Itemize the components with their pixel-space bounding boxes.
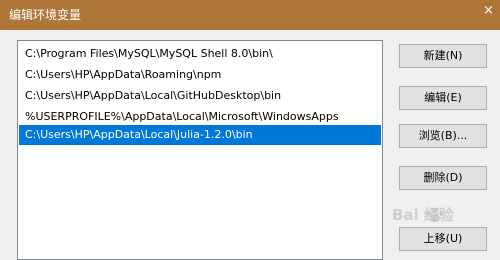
path-item[interactable]: C:\Program Files\MySQL\MySQL Shell 8.0\b… [19, 44, 381, 64]
paw-icon [427, 208, 443, 222]
window-title: 编辑环境变量 [9, 8, 82, 22]
path-list[interactable]: C:\Program Files\MySQL\MySQL Shell 8.0\b… [17, 40, 383, 260]
edit-button[interactable]: 编辑(E) [399, 86, 487, 110]
baidu-watermark: Bai 经验 [392, 206, 454, 224]
move-up-button[interactable]: 上移(U) [399, 227, 487, 251]
browse-button[interactable]: 浏览(B)... [399, 124, 487, 148]
path-item[interactable]: C:\Users\HP\AppData\Roaming\npm [19, 65, 381, 85]
close-icon[interactable]: × [483, 4, 494, 17]
path-item-selected[interactable]: C:\Users\HP\AppData\Local\Julia-1.2.0\bi… [19, 125, 381, 145]
path-item[interactable]: C:\Users\HP\AppData\Local\GitHubDesktop\… [19, 86, 381, 106]
title-bar: 编辑环境变量 × [0, 0, 500, 30]
path-item[interactable]: %USERPROFILE%\AppData\Local\Microsoft\Wi… [19, 107, 381, 127]
delete-button[interactable]: 删除(D) [399, 166, 487, 190]
new-button[interactable]: 新建(N) [399, 44, 487, 68]
